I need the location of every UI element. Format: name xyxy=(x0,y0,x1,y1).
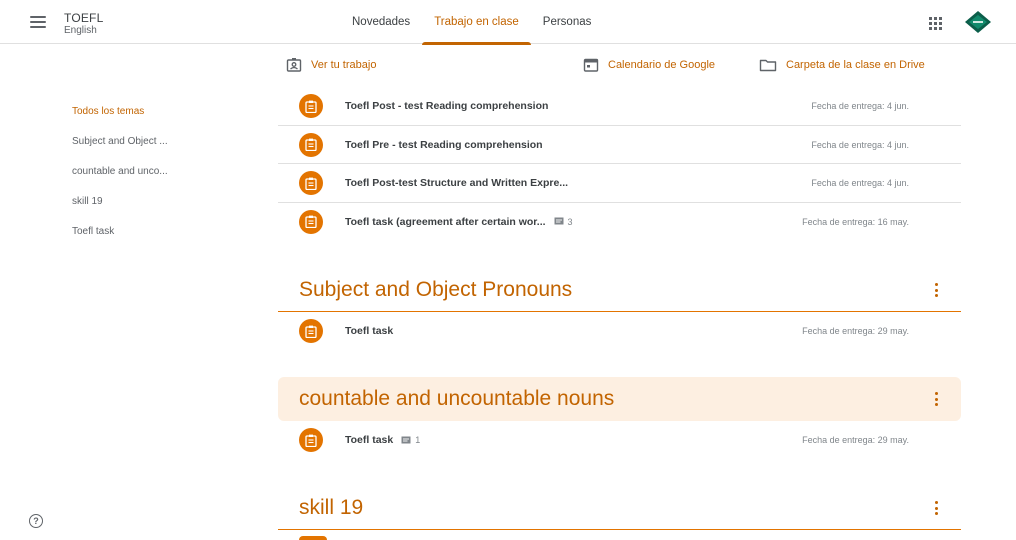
hamburger-menu-icon[interactable] xyxy=(30,16,46,28)
sidebar-item-todos-los-temas[interactable]: Todos los temas xyxy=(72,96,212,126)
topic-assignment-list: Toefl task Fecha de entrega: 29 may. xyxy=(278,312,961,351)
assignment-row[interactable]: Toefl task 1 Fecha de entrega: 29 may. xyxy=(278,421,961,460)
google-calendar-link[interactable]: Calendario de Google xyxy=(583,55,715,75)
top-app-bar: TOEFL English Novedades Trabajo en clase… xyxy=(0,0,1016,45)
assignment-due-date: Fecha de entrega: 4 jun. xyxy=(811,178,909,188)
sidebar-item-skill-19[interactable]: skill 19 xyxy=(72,186,212,216)
assignment-clipboard-icon xyxy=(299,319,323,343)
comment-count: 3 xyxy=(554,217,573,227)
class-drive-folder-link[interactable]: Carpeta de la clase en Drive xyxy=(759,55,925,75)
assignment-title: Toefl Post-test Structure and Written Ex… xyxy=(345,177,569,189)
assignment-row[interactable]: Toefl task (agreement after certain wor.… xyxy=(278,203,961,242)
assignment-title: Toefl Post - test Reading comprehension xyxy=(345,100,549,112)
topic-title[interactable]: Subject and Object Pronouns xyxy=(299,268,572,312)
assignment-clipboard-icon xyxy=(299,536,327,540)
assignment-due-date: Fecha de entrega: 29 may. xyxy=(802,326,909,336)
assignment-row[interactable]: Toefl Post - test Reading comprehension … xyxy=(278,87,961,126)
comment-icon xyxy=(401,436,411,443)
class-title[interactable]: TOEFL xyxy=(64,11,103,25)
apps-grid-icon[interactable] xyxy=(929,17,942,30)
comment-count: 1 xyxy=(401,435,420,445)
comment-icon xyxy=(554,217,564,225)
assignment-title: Toefl task (agreement after certain wor.… xyxy=(345,203,573,241)
sidebar-item-toefl-task[interactable]: Toefl task xyxy=(72,216,212,246)
assignment-clipboard-icon xyxy=(299,171,323,195)
more-vert-icon[interactable] xyxy=(933,392,939,406)
more-vert-icon[interactable] xyxy=(933,283,939,297)
assignment-title: Toefl task xyxy=(345,325,394,337)
folder-icon xyxy=(759,59,777,72)
comment-count-value: 3 xyxy=(567,216,573,227)
assignment-title-text: Toefl task xyxy=(345,434,394,446)
assignment-title-text: Toefl task (agreement after certain wor.… xyxy=(345,215,546,228)
assignment-due-date: Fecha de entrega: 4 jun. xyxy=(811,101,909,111)
assignment-due-date: Fecha de entrega: 29 may. xyxy=(802,435,909,445)
comment-count-value: 1 xyxy=(415,435,421,445)
assignment-clipboard-icon xyxy=(299,94,323,118)
assignment-row[interactable]: Toefl Post-test Structure and Written Ex… xyxy=(278,164,961,203)
google-calendar-label: Calendario de Google xyxy=(608,59,716,71)
class-drive-folder-label: Carpeta de la clase en Drive xyxy=(786,59,925,71)
tab-bar: Novedades Trabajo en clase Personas xyxy=(340,0,604,45)
assignment-due-date: Fecha de entrega: 16 may. xyxy=(802,216,909,227)
assignment-list: Toefl Post - test Reading comprehension … xyxy=(278,87,961,241)
assignment-clipboard-icon xyxy=(299,209,323,234)
tab-trabajo-en-clase[interactable]: Trabajo en clase xyxy=(422,0,531,45)
sidebar-item-countable[interactable]: countable and unco... xyxy=(72,156,212,186)
topics-sidebar: Todos los temas Subject and Object ... c… xyxy=(72,96,212,246)
assignment-title: Toefl task 1 xyxy=(345,421,420,459)
topic-header-countable: countable and uncountable nouns xyxy=(278,377,961,421)
more-vert-icon[interactable] xyxy=(933,501,939,515)
assignment-clipboard-icon xyxy=(299,428,323,452)
tab-novedades[interactable]: Novedades xyxy=(340,0,422,44)
assignment-title: Toefl Pre - test Reading comprehension xyxy=(345,138,543,151)
calendar-icon xyxy=(583,58,599,72)
topic-title[interactable]: skill 19 xyxy=(299,486,363,530)
help-icon[interactable]: ? xyxy=(29,514,43,528)
account-avatar[interactable] xyxy=(964,10,992,34)
topic-header-subject-object: Subject and Object Pronouns xyxy=(278,268,961,312)
class-section: English xyxy=(64,25,97,36)
tab-personas[interactable]: Personas xyxy=(531,0,604,44)
assignment-row[interactable]: Toefl task Fecha de entrega: 29 may. xyxy=(278,312,961,351)
sidebar-item-subject-object[interactable]: Subject and Object ... xyxy=(72,126,212,156)
topic-header-skill-19: skill 19 xyxy=(278,486,961,530)
topic-assignment-list: Toefl task 1 Fecha de entrega: 29 may. xyxy=(278,421,961,460)
topic-title[interactable]: countable and uncountable nouns xyxy=(299,377,614,421)
view-your-work-link[interactable]: Ver tu trabajo xyxy=(286,55,376,75)
assignment-row[interactable]: Toefl Pre - test Reading comprehension F… xyxy=(278,126,961,164)
assignment-clipboard-icon xyxy=(299,132,323,157)
view-your-work-label: Ver tu trabajo xyxy=(311,59,377,71)
assignment-due-date: Fecha de entrega: 4 jun. xyxy=(811,139,909,150)
id-badge-icon xyxy=(286,58,302,72)
